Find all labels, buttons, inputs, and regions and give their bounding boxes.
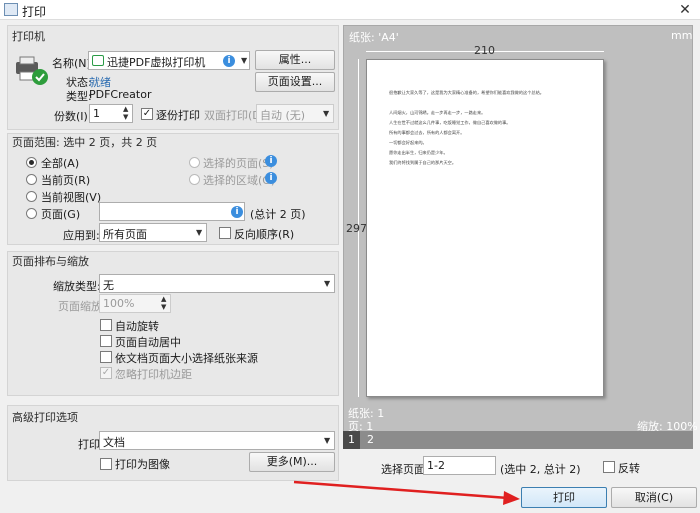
radio-current-page[interactable] (26, 174, 37, 185)
printer-icon (92, 55, 104, 66)
scale-type-value: 无 (103, 279, 114, 292)
selected-pages-label: 选择的页面(S) (203, 157, 274, 170)
paper-size-label: 纸张: 'A4' (349, 31, 399, 44)
doc-line: 很抱歉让大家久等了，这是我为大家精心准备的，希望你们能喜欢我做的这个总结。 (389, 90, 544, 95)
auto-rotate-checkbox[interactable] (100, 319, 112, 331)
print-as-image-checkbox[interactable] (100, 458, 112, 470)
chevron-down-icon: ▼ (323, 109, 330, 118)
zoom-value: 100% (103, 297, 135, 310)
print-what-select[interactable]: 文档 ▼ (99, 431, 335, 450)
page-tabs (343, 431, 693, 449)
radio-selected-area[interactable] (189, 174, 200, 185)
spin-up-icon[interactable]: ▲ (123, 105, 128, 113)
advanced-section-title: 高级打印选项 (12, 411, 78, 424)
select-info: (选中 2, 总计 2) (500, 463, 581, 476)
radio-current-label: 当前页(R) (41, 174, 91, 187)
apply-to-select[interactable]: 所有页面 ▼ (99, 223, 207, 242)
ignore-margins-checkbox[interactable]: ✓ (100, 367, 112, 379)
collate-label: 逐份打印 (156, 109, 200, 122)
select-pages-label: 选择页面: (381, 463, 429, 476)
print-button[interactable]: 打印 (521, 487, 607, 508)
spin-down-icon[interactable]: ▼ (123, 113, 128, 121)
print-what-value: 文档 (103, 436, 125, 449)
close-icon[interactable]: ✕ (674, 1, 696, 19)
doc-line: 所有的事都会过去，所有的人都会离开。 (389, 130, 465, 135)
printer-section-title: 打印机 (12, 30, 45, 43)
reverse-order-checkbox[interactable] (219, 227, 231, 239)
print-as-image-label: 打印为图像 (115, 458, 170, 471)
center-checkbox[interactable] (100, 335, 112, 347)
apply-to-value: 所有页面 (103, 228, 147, 241)
red-arrow-annotation (293, 480, 520, 505)
radio-current-view-label: 当前视图(V) (41, 191, 102, 204)
auto-rotate-label: 自动旋转 (115, 320, 159, 333)
window-title: 打印 (22, 5, 47, 19)
center-label: 页面自动居中 (115, 336, 181, 349)
collate-checkbox[interactable]: ✓ (141, 108, 153, 120)
printer-name-select[interactable]: 迅捷PDF虚拟打印机 i ▼ (88, 51, 250, 70)
pages-input[interactable]: i (99, 202, 245, 221)
printer-name-value: 迅捷PDF虚拟打印机 (107, 56, 206, 69)
page-tab-2[interactable]: 2 (362, 431, 379, 449)
copies-spinner[interactable]: 1 ▲ ▼ (89, 104, 133, 123)
copies-label: 份数(I): (54, 110, 92, 123)
doc-line: 我们终将找到属于自己的那片天空。 (389, 160, 457, 165)
select-pages-input[interactable]: 1-2 (423, 456, 496, 475)
page-tab-1[interactable]: 1 (343, 431, 360, 449)
radio-pages-label: 页面(G) (41, 208, 81, 221)
printer-app-icon (4, 3, 18, 16)
paper-source-label: 依文档页面大小选择纸张来源 (115, 352, 258, 365)
properties-button[interactable]: 属性... (255, 50, 335, 70)
chevron-down-icon: ▼ (241, 56, 248, 65)
spin-down-icon[interactable]: ▼ (161, 303, 166, 311)
height-label: 297 (346, 222, 367, 235)
layout-section-title: 页面排布与缩放 (12, 255, 89, 268)
doc-line: 人生在世不过就这么几件事，吃饭睡觉工作，做自己喜欢做的事。 (389, 120, 511, 125)
reverse-order-label: 反向顺序(R) (234, 228, 295, 241)
doc-line: 一切都会好起来的。 (389, 140, 427, 145)
width-label: 210 (474, 44, 495, 57)
printer-status-icon (14, 56, 48, 86)
more-button[interactable]: 更多(M)... (249, 452, 335, 472)
page-setup-button[interactable]: 页面设置... (255, 72, 335, 92)
preview-text: 很抱歉让大家久等了，这是我为大家精心准备的，希望你们能喜欢我做的这个总结。 人间… (389, 88, 585, 168)
spin-up-icon[interactable]: ▲ (161, 295, 166, 303)
radio-current-view[interactable] (26, 191, 37, 202)
flip-checkbox[interactable] (603, 461, 615, 473)
radio-pages[interactable] (26, 208, 37, 219)
type-label: 类型: (66, 90, 92, 103)
select-pages-value: 1-2 (427, 459, 445, 472)
unit-label: mm (671, 29, 693, 42)
duplex-value: 自动 (无) (260, 109, 306, 122)
info-icon[interactable]: i (223, 55, 235, 67)
chevron-down-icon: ▼ (324, 436, 331, 445)
scale-type-select[interactable]: 无 ▼ (99, 274, 335, 293)
title-bar: 打印 ✕ (0, 0, 700, 20)
cancel-button[interactable]: 取消(C) (611, 487, 697, 508)
doc-line: 人间烟火，山河锦绣。走一步再走一步，一路走来。 (389, 110, 486, 115)
total-pages-label: (总计 2 页) (250, 208, 306, 221)
scale-type-label: 缩放类型: (53, 280, 101, 293)
radio-all[interactable] (26, 157, 37, 168)
duplex-select[interactable]: 自动 (无) ▼ (256, 104, 334, 123)
info-icon[interactable]: i (265, 172, 277, 184)
chevron-down-icon: ▼ (196, 228, 203, 237)
radio-selected-pages[interactable] (189, 157, 200, 168)
chevron-down-icon: ▼ (324, 279, 331, 288)
flip-label: 反转 (618, 462, 640, 475)
info-icon[interactable]: i (231, 206, 243, 218)
radio-all-label: 全部(A) (41, 157, 80, 170)
info-icon[interactable]: i (265, 155, 277, 167)
copies-value: 1 (93, 107, 100, 120)
preview-page: 很抱歉让大家久等了，这是我为大家精心准备的，希望你们能喜欢我做的这个总结。 人间… (366, 59, 604, 397)
range-section-title: 页面范围: 选中 2 页，共 2 页 (12, 136, 158, 149)
ignore-margins-label: 忽略打印机边距 (115, 368, 192, 381)
apply-to-label: 应用到: (63, 229, 100, 242)
zoom-spinner[interactable]: 100% ▲ ▼ (99, 294, 171, 313)
print-what-label: 打印 (78, 438, 100, 451)
selected-area-label: 选择的区域(G) (203, 174, 276, 187)
paper-source-checkbox[interactable] (100, 351, 112, 363)
doc-line: 愿你走出半生，归来仍是少年。 (389, 150, 448, 155)
type-value: PDFCreator (89, 88, 152, 101)
